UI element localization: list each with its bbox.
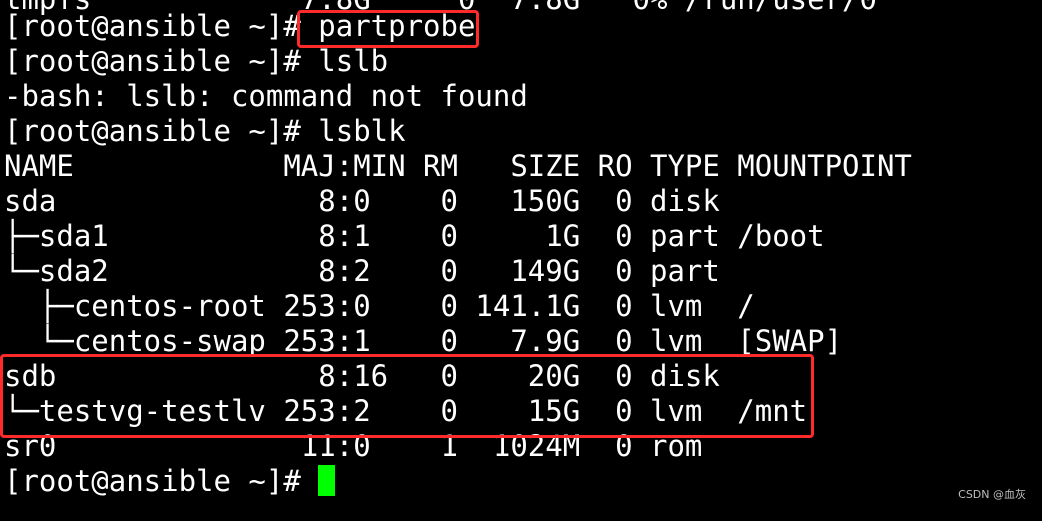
terminal-line-partprobe-command: [root@ansible ~]# partprobe (4, 9, 476, 43)
lsblk-row-sda1: ├─sda1 8:1 0 1G 0 part /boot (4, 219, 825, 253)
terminal-window[interactable]: tmpfs 7.8G 0 7.8G 0% /run/user/0 [root@a… (0, 0, 1042, 521)
watermark-label: CSDN @血灰 (958, 488, 1026, 501)
terminal-line-lsblk-command: [root@ansible ~]# lsblk (4, 114, 406, 148)
lsblk-row-sda2: └─sda2 8:2 0 149G 0 part (4, 254, 720, 288)
lsblk-header-row: NAME MAJ:MIN RM SIZE RO TYPE MOUNTPOINT (4, 149, 912, 183)
prompt-text: [root@ansible ~]# (4, 464, 319, 498)
lsblk-row-sdb: sdb 8:16 0 20G 0 disk (4, 359, 720, 393)
cursor-block (318, 465, 336, 496)
lsblk-row-sr0: sr0 11:0 1 1024M 0 rom (4, 429, 703, 463)
terminal-line-error: -bash: lslb: command not found (4, 79, 528, 113)
lsblk-row-sda: sda 8:0 0 150G 0 disk (4, 184, 720, 218)
terminal-line-lslb-command: [root@ansible ~]# lslb (4, 44, 389, 78)
lsblk-row-testvg-testlv: └─testvg-testlv 253:2 0 15G 0 lvm /mnt (4, 394, 808, 428)
terminal-prompt-line[interactable]: [root@ansible ~]# (4, 464, 336, 499)
lsblk-row-centos-swap: └─centos-swap 253:1 0 7.9G 0 lvm [SWAP] (4, 324, 843, 358)
lsblk-row-centos-root: ├─centos-root 253:0 0 141.1G 0 lvm / (4, 289, 755, 323)
